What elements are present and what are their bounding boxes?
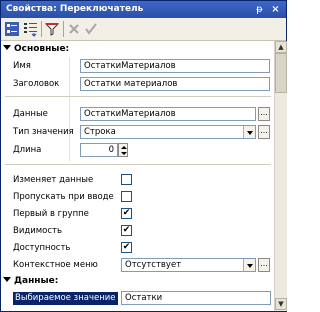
visibility-checkbox[interactable]: ✔ — [121, 225, 132, 236]
availability-checkbox[interactable]: ✔ — [121, 242, 132, 253]
toolbar — [1, 18, 286, 41]
categorized-view-icon[interactable] — [4, 21, 20, 37]
section-data[interactable]: Данные: — [3, 276, 58, 286]
collapse-arrow-icon[interactable] — [3, 277, 11, 282]
context-menu-value: Отсутствует — [125, 260, 182, 270]
scroll-thumb[interactable] — [275, 53, 287, 93]
title-bar[interactable]: Свойства: Переключатель ᵽ × — [1, 1, 286, 18]
cancel-icon[interactable] — [66, 21, 82, 37]
value-type-select[interactable]: Строка — [80, 125, 256, 139]
section-data-label: Данные: — [14, 276, 59, 286]
section-main-label: Основные: — [14, 44, 70, 54]
group-separator — [5, 96, 271, 97]
caption-label: Заголовок — [13, 79, 60, 89]
length-stepper[interactable] — [118, 143, 128, 157]
changes-data-label: Изменяет данные — [13, 175, 94, 185]
first-in-group-label: Первый в группе — [13, 209, 89, 219]
column-divider — [69, 57, 70, 161]
skip-on-input-checkbox[interactable] — [121, 191, 132, 202]
chevron-down-icon[interactable] — [243, 259, 255, 271]
checkmark-icon: ✔ — [122, 242, 131, 252]
properties-window: Свойства: Переключатель ᵽ × Основные: Им… — [0, 0, 287, 312]
value-type-button[interactable]: ... — [258, 125, 270, 139]
scroll-up-icon[interactable]: ▲ — [275, 41, 287, 53]
name-label: Имя — [13, 61, 31, 71]
group-separator — [5, 164, 271, 165]
selected-value-field[interactable]: Остатки — [121, 291, 271, 305]
stepper-down-icon[interactable] — [121, 152, 127, 155]
data-select-button[interactable]: ... — [258, 107, 270, 121]
collapse-arrow-icon[interactable] — [3, 45, 11, 50]
value-type-label: Тип значения — [13, 127, 74, 137]
window-title: Свойства: Переключатель — [6, 4, 144, 14]
close-icon[interactable]: × — [269, 3, 282, 16]
value-type-value: Строка — [84, 127, 116, 137]
data-label: Данные — [13, 109, 48, 119]
context-menu-select[interactable]: Отсутствует — [121, 258, 256, 272]
apply-icon[interactable] — [83, 21, 99, 37]
section-main[interactable]: Основные: — [3, 44, 69, 54]
checkmark-icon: ✔ — [122, 225, 131, 235]
skip-on-input-label: Пропускать при вводе — [13, 192, 114, 202]
filter-icon[interactable] — [44, 21, 60, 37]
toolbar-separator — [41, 21, 42, 37]
scroll-down-icon[interactable]: ▼ — [275, 298, 287, 310]
property-grid: Основные: Имя ОстаткиМатериалов Заголово… — [1, 41, 273, 311]
data-field[interactable]: ОстаткиМатериалов — [80, 107, 256, 121]
pin-icon[interactable]: ᵽ — [253, 3, 266, 16]
sort-alpha-icon[interactable] — [23, 21, 39, 37]
checkmark-icon: ✔ — [122, 208, 131, 218]
context-menu-button[interactable]: ... — [258, 258, 270, 272]
toolbar-separator — [63, 21, 64, 37]
caption-field[interactable]: Остатки материалов — [80, 77, 270, 91]
visibility-label: Видимость — [13, 226, 63, 236]
changes-data-checkbox[interactable] — [121, 174, 132, 185]
length-field[interactable]: 0 — [80, 143, 118, 157]
first-in-group-checkbox[interactable]: ✔ — [121, 208, 132, 219]
name-field[interactable]: ОстаткиМатериалов — [80, 59, 270, 73]
stepper-up-icon[interactable] — [121, 146, 127, 149]
vertical-scrollbar[interactable]: ▲ ▼ — [274, 41, 287, 311]
length-label: Длина — [13, 145, 42, 155]
chevron-down-icon[interactable] — [243, 126, 255, 138]
context-menu-label: Контекстное меню — [13, 260, 98, 270]
availability-label: Доступность — [13, 243, 71, 253]
selected-value-label[interactable]: Выбираемое значение — [13, 292, 118, 305]
